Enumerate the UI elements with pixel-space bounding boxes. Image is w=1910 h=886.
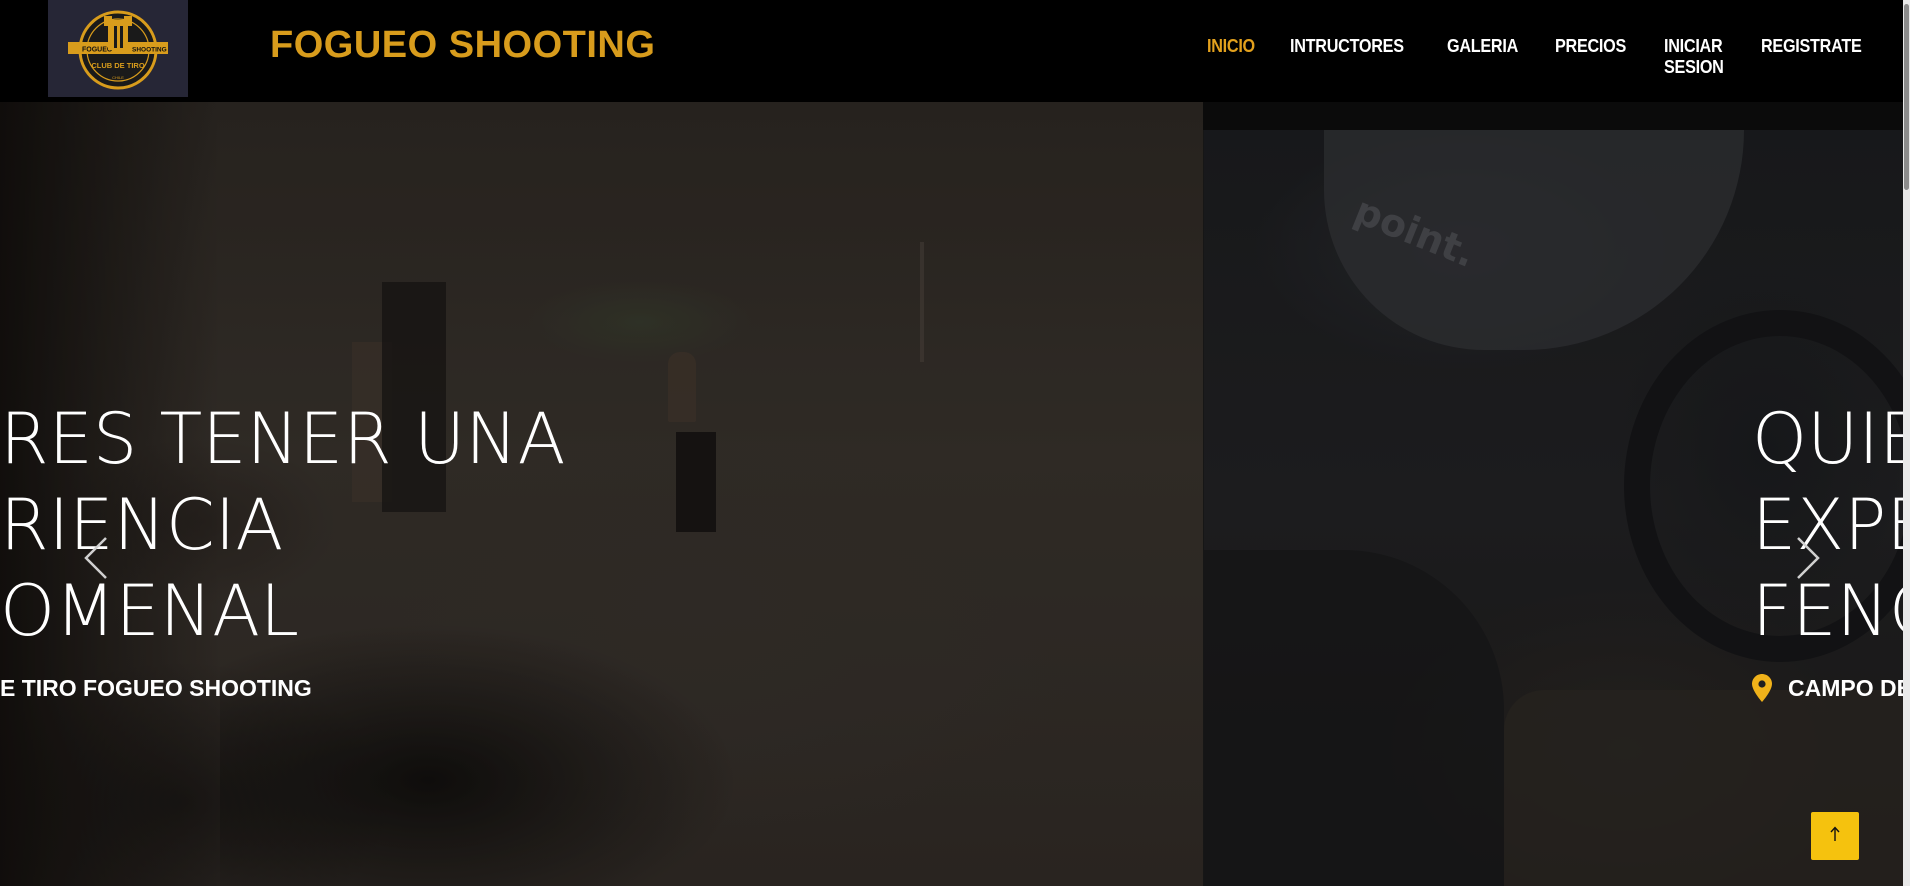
- chevron-left-icon: [84, 536, 108, 584]
- nav-item-galeria[interactable]: GALERIA: [1447, 36, 1518, 78]
- arrow-up-icon: [1829, 826, 1841, 846]
- slide-right-location: CAMPO DE: [1752, 674, 1910, 702]
- nav-item-intructores[interactable]: INTRUCTORES: [1290, 36, 1404, 78]
- nav-item-iniciar-sesion[interactable]: INICIAR SESION: [1664, 36, 1724, 78]
- chevron-right-icon: [1796, 536, 1820, 584]
- back-to-top-button[interactable]: [1811, 812, 1859, 860]
- scrollbar-thumb[interactable]: [1904, 4, 1909, 190]
- slide-right-headline: QUIE EXPE FENC: [1752, 396, 1910, 654]
- carousel-prev-button[interactable]: [76, 530, 116, 590]
- logo-text-right: SHOOTING: [132, 46, 167, 53]
- club-logo-emblem: FOGUEO SHOOTING CLUB DE TIRO CHILE: [68, 10, 168, 89]
- map-pin-icon: [1752, 674, 1772, 702]
- headline-line: QUIE: [1752, 398, 1910, 480]
- nav-item-registrate[interactable]: REGISTRATE: [1761, 36, 1862, 78]
- slide-left-headline: RES TENER UNA RIENCIA OMENAL: [0, 396, 566, 654]
- brand-title[interactable]: FOGUEO SHOOTING: [270, 24, 655, 67]
- logo-text-bottom: CLUB DE TIRO: [91, 61, 144, 70]
- site-header: FOGUEO SHOOTING CLUB DE TIRO CHILE FOGUE…: [0, 0, 1903, 102]
- slide-right-subtitle: CAMPO DE: [1788, 674, 1910, 701]
- main-nav: INICIO INTRUCTORES GALERIA PRECIOS INICI…: [1207, 36, 1903, 78]
- headline-line: FENC: [1752, 570, 1910, 652]
- headline-line: EXPE: [1752, 484, 1910, 566]
- nav-item-inicio[interactable]: INICIO: [1207, 36, 1255, 78]
- logo-text-foot: CHILE: [112, 75, 124, 80]
- club-logo[interactable]: FOGUEO SHOOTING CLUB DE TIRO CHILE: [48, 0, 188, 97]
- headline-line: RES TENER UNA: [0, 398, 566, 480]
- nav-item-precios[interactable]: PRECIOS: [1555, 36, 1626, 78]
- slide-left-subtitle: E TIRO FOGUEO SHOOTING: [0, 675, 312, 701]
- carousel-next-button[interactable]: [1788, 530, 1828, 590]
